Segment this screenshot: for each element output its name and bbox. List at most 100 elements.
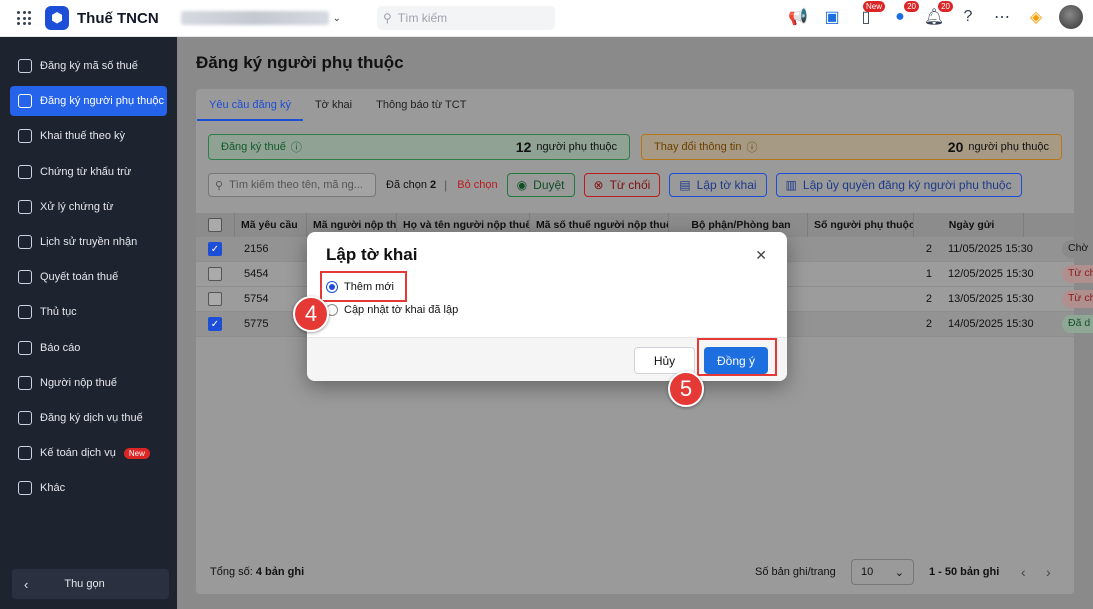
gift-icon[interactable]: ◈ xyxy=(1025,6,1047,28)
sent-date: 11/05/2025 15:30 xyxy=(948,243,1033,255)
sidebar-item-label: Thủ tục xyxy=(40,306,77,319)
tab-declarations[interactable]: Tờ khai xyxy=(303,99,364,121)
make-declaration-button[interactable]: ▤ Lập tờ khai xyxy=(669,173,767,197)
megaphone-icon[interactable]: 📢 xyxy=(787,6,809,28)
request-code: 5454 xyxy=(244,268,269,280)
stat-count: 20 xyxy=(947,139,964,155)
sidebar: ‹ Thu gọn Đăng ký mã số thuế Đăng ký ngườ… xyxy=(0,37,177,609)
sidebar-item-label: Đăng ký người phụ thuộc xyxy=(40,95,165,108)
request-code: 2156 xyxy=(244,243,269,255)
declaration-dialog: Lập tờ khai ✕ Thêm mới Cập nhật tờ khai … xyxy=(307,232,787,381)
prev-page-icon[interactable]: ‹ xyxy=(1021,564,1026,580)
sidebar-item-label: Khai thuế theo kỳ xyxy=(40,130,126,143)
reject-button[interactable]: ⊗ Từ chối xyxy=(583,173,661,197)
deselect-link[interactable]: Bỏ chọn xyxy=(457,179,497,191)
sidebar-item-label: Quyết toán thuế xyxy=(40,271,119,284)
stat-info-change[interactable]: Thay đổi thông tin ⓘ 20 người phụ thuộc xyxy=(641,134,1062,160)
sidebar-item-label: Đăng ký dịch vụ thuế xyxy=(40,412,143,424)
radio-new[interactable] xyxy=(326,281,338,293)
new-tag: New xyxy=(123,447,150,459)
tab-tax-notices[interactable]: Thông báo từ TCT xyxy=(364,99,478,121)
page-range: 1 - 50 bản ghi xyxy=(929,565,1000,578)
sidebar-item-label: Báo cáo xyxy=(40,341,81,354)
search-icon: ⚲ xyxy=(215,179,224,192)
sidebar-item[interactable]: Chứng từ khấu trừ xyxy=(10,157,167,187)
sidebar-item[interactable]: Kế toán dịch vụ New xyxy=(10,438,167,468)
row-checkbox[interactable]: ✓ xyxy=(208,242,222,256)
dependent-count: 2 xyxy=(925,293,932,305)
step-5-marker: 5 xyxy=(668,371,704,407)
top-bar: ⬢ Thuế TNCN ⌄ ⚲ Tìm kiếm 📢 ▣ ▯ New ● 20 🔔︎… xyxy=(0,0,1093,37)
sidebar-item[interactable]: Thủ tục xyxy=(10,297,167,327)
service-icon xyxy=(18,411,32,425)
stat-label: Thay đổi thông tin xyxy=(654,141,742,153)
sidebar-item-label: Xử lý chứng từ xyxy=(40,200,114,213)
column-header: Mã yêu cầu xyxy=(234,213,306,237)
make-authorization-button[interactable]: ▥ Lập ủy quyền đăng ký người phụ thuộc xyxy=(775,173,1022,197)
organization-selector[interactable] xyxy=(180,11,329,25)
sidebar-item[interactable]: Lịch sử truyền nhận xyxy=(10,227,167,257)
row-checkbox[interactable] xyxy=(208,292,222,306)
sidebar-item-label: Đăng ký mã số thuế xyxy=(40,60,138,72)
approve-button[interactable]: ◉ Duyệt xyxy=(506,173,575,197)
sidebar-item[interactable]: Khác xyxy=(10,473,167,503)
chevron-down-icon[interactable]: ⌄ xyxy=(333,13,341,24)
stat-tax-registration[interactable]: Đăng ký thuế ⓘ 12 người phụ thuộc xyxy=(208,134,630,160)
option-new[interactable]: Thêm mới xyxy=(326,281,394,293)
scan-icon xyxy=(18,59,32,73)
table-search-input[interactable]: ⚲ Tìm kiếm theo tên, mã ng... xyxy=(208,173,376,197)
chevron-left-icon: ‹ xyxy=(24,576,29,592)
column-header: Số người phụ thuộc xyxy=(807,213,913,237)
clipboard-icon: ▤ xyxy=(679,178,691,192)
confirm-button[interactable]: Đồng ý xyxy=(704,347,768,374)
avatar[interactable] xyxy=(1059,5,1083,29)
sidebar-item[interactable]: Xử lý chứng từ xyxy=(10,192,167,222)
accounting-icon xyxy=(18,446,32,461)
selected-count: Đã chọn 2 xyxy=(386,179,437,191)
chat-icon[interactable]: ● 20 xyxy=(889,1,919,28)
sidebar-item[interactable]: Người nộp thuế xyxy=(10,368,167,398)
global-search-input[interactable]: ⚲ Tìm kiếm xyxy=(377,6,555,30)
per-page-select[interactable]: 10 ⌄ xyxy=(851,559,914,585)
next-page-icon[interactable]: › xyxy=(1046,564,1051,580)
dialog-title: Lập tờ khai xyxy=(326,245,418,264)
help-icon[interactable]: ? xyxy=(957,6,979,28)
collapse-button[interactable]: ‹ Thu gọn xyxy=(12,569,169,599)
toolbar: ⚲ Tìm kiếm theo tên, mã ng... Đã chọn 2 … xyxy=(208,173,1022,197)
sidebar-item[interactable]: Đăng ký người phụ thuộc xyxy=(10,86,167,117)
sidebar-item-label: Chứng từ khấu trừ xyxy=(40,165,132,178)
column-header: Ngày gửi xyxy=(913,213,1023,237)
sidebar-item-label: Kế toán dịch vụ xyxy=(40,447,116,460)
more-icon[interactable]: ⋯ xyxy=(991,6,1013,28)
sent-date: 13/05/2025 15:30 xyxy=(948,293,1034,305)
table-footer: Tổng số: 4 bản ghi Số bản ghi/trang 10 ⌄ … xyxy=(196,549,1074,594)
row-checkbox[interactable]: ✓ xyxy=(208,317,222,331)
sent-date: 12/05/2025 15:30 xyxy=(948,268,1034,280)
sidebar-item[interactable]: Đăng ký mã số thuế xyxy=(10,51,167,81)
dialog-footer: Hủy Đồng ý xyxy=(307,337,787,381)
sidebar-item[interactable]: Đăng ký dịch vụ thuế xyxy=(10,403,167,433)
row-checkbox[interactable] xyxy=(208,267,222,281)
receipt-icon xyxy=(18,164,32,179)
bell-icon[interactable]: 🔔︎ 20 xyxy=(923,1,953,28)
stat-label: Đăng ký thuế xyxy=(221,141,286,153)
tab-registration-requests[interactable]: Yêu cầu đăng ký xyxy=(197,99,303,121)
notification-badge: 20 xyxy=(938,1,953,12)
dependent-count: 1 xyxy=(925,268,932,280)
select-all-checkbox[interactable] xyxy=(208,218,222,232)
sidebar-item-label: Lịch sử truyền nhận xyxy=(40,236,138,248)
per-page-label: Số bản ghi/trang xyxy=(755,565,836,578)
sidebar-item[interactable]: Báo cáo xyxy=(10,333,167,363)
cancel-button[interactable]: Hủy xyxy=(634,347,695,374)
info-icon: ⓘ xyxy=(746,142,758,154)
app-grid-icon[interactable] xyxy=(17,11,31,25)
x-circle-icon: ⊗ xyxy=(593,178,604,192)
chevron-down-icon: ⌄ xyxy=(894,566,904,579)
mobile-icon[interactable]: ▯ New xyxy=(855,1,885,28)
sidebar-item[interactable]: Quyết toán thuế xyxy=(10,262,167,292)
sidebar-item[interactable]: Khai thuế theo kỳ xyxy=(10,121,167,151)
option-update[interactable]: Cập nhật tờ khai đã lập xyxy=(326,304,458,316)
sent-date: 14/05/2025 15:30 xyxy=(948,318,1034,330)
close-icon[interactable]: ✕ xyxy=(755,247,767,264)
store-icon[interactable]: ▣ xyxy=(821,6,843,28)
